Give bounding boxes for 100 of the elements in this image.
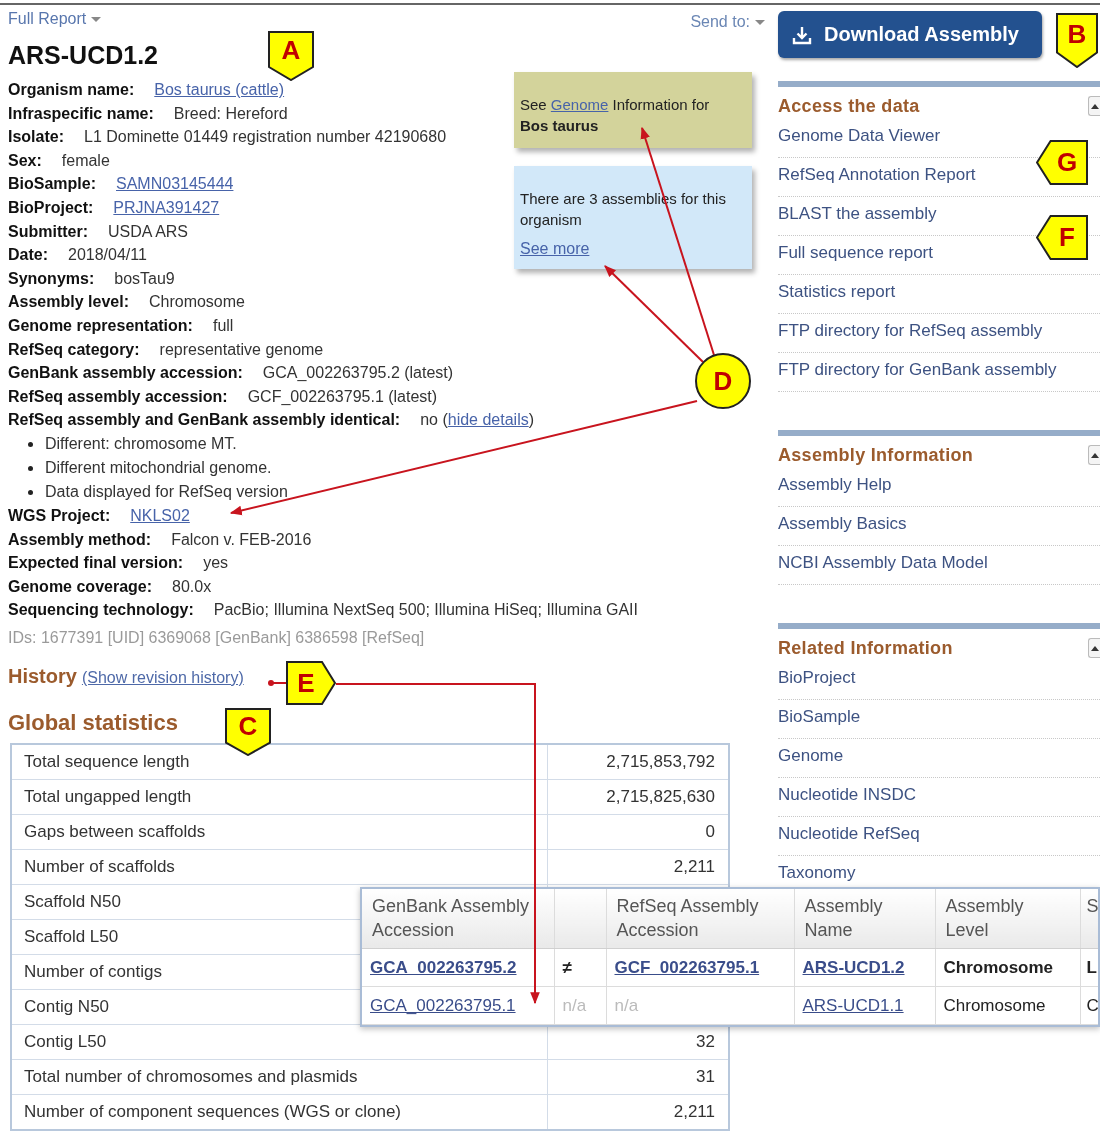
collapse-button[interactable] xyxy=(1088,445,1100,465)
field-label: GenBank assembly accession: xyxy=(8,364,243,382)
field-label: RefSeq assembly accession: xyxy=(8,387,228,405)
field-value: full xyxy=(212,316,234,334)
field-label: Isolate: xyxy=(8,128,64,146)
field-link[interactable]: Bos taurus (cattle) xyxy=(154,81,285,98)
field-value: bosTau9 xyxy=(114,269,175,287)
field-value: yes xyxy=(203,554,229,572)
field-label: Synonyms: xyxy=(8,269,95,287)
field-link[interactable]: SAMN03145444 xyxy=(116,175,234,193)
table-cell: C xyxy=(1080,986,1098,1025)
download-button[interactable]: Download Assembly xyxy=(778,11,1042,58)
sidebar-link[interactable]: NCBI Assembly Data Model xyxy=(778,546,1100,585)
list-item: Different: chromosome MT. xyxy=(45,434,237,452)
collapse-button[interactable] xyxy=(1088,96,1100,116)
genome-link[interactable]: Genome xyxy=(550,96,609,113)
sidebar-link[interactable]: BioSample xyxy=(778,700,1100,739)
callout-label: E xyxy=(286,661,336,705)
assembly-link[interactable]: ARS-UCD1.1 xyxy=(802,995,904,1015)
table-cell: n/a xyxy=(554,986,606,1025)
field-label: RefSeq assembly and GenBank assembly identical: xyxy=(8,411,401,429)
sidebar-link[interactable]: Genome xyxy=(778,739,1100,778)
field-label: BioProject: xyxy=(8,198,94,216)
field-label: RefSeq category: xyxy=(8,340,140,358)
collapse-button[interactable] xyxy=(1088,638,1100,658)
callout-label: G xyxy=(1036,140,1088,185)
column-header: Assembly Name xyxy=(794,889,935,949)
table-cell: L xyxy=(1080,948,1098,987)
column-header: RefSeq Assembly Accession xyxy=(606,889,794,949)
field-label: Genome coverage: xyxy=(8,577,153,595)
field-label: Date: xyxy=(8,246,48,264)
field-value: 2018/04/11 xyxy=(68,246,147,264)
field-label: Assembly level: xyxy=(8,293,129,311)
table-cell: Total ungapped length xyxy=(11,779,548,815)
list-item: Data displayed for RefSeq version xyxy=(45,482,288,500)
column-header: GenBank Assembly Accession xyxy=(362,889,554,949)
panel-heading: Assembly Information xyxy=(778,444,974,466)
field-value: L1 Dominette 01449 registration number 42190680 xyxy=(84,128,447,146)
field-value: representative genome xyxy=(159,340,324,358)
field-label: Infraspecific name: xyxy=(8,104,154,122)
field-label: WGS Project: xyxy=(8,506,111,524)
sidebar-link[interactable]: FTP directory for RefSeq assembly xyxy=(778,314,1100,353)
sidebar-link[interactable]: Statistics report xyxy=(778,275,1100,314)
callout-label: B xyxy=(1056,13,1098,68)
see-more-link[interactable]: See more xyxy=(520,238,590,259)
field-value: GCF_002263795.1 (latest) xyxy=(247,387,438,405)
accession-link[interactable]: GCF_002263795.1 xyxy=(614,957,760,977)
sidebar-link[interactable]: FTP directory for GenBank assembly xyxy=(778,353,1100,392)
table-cell: Chromosome xyxy=(935,948,1080,987)
field-value: no (hide details) xyxy=(420,411,534,429)
sidebar-link[interactable]: Assembly Basics xyxy=(778,507,1100,546)
panel-heading: Related Information xyxy=(778,637,953,659)
sidebar-link[interactable]: Assembly Help xyxy=(778,468,1100,507)
bullet-icon xyxy=(28,441,33,447)
field-value: female xyxy=(61,151,110,169)
leader-line xyxy=(268,680,288,686)
callout-label: D xyxy=(695,353,751,409)
field-link[interactable]: NKLS02 xyxy=(130,506,190,524)
field-label: Sex: xyxy=(8,151,42,169)
caret-icon xyxy=(91,16,102,22)
field-link[interactable]: PRJNA391427 xyxy=(113,198,220,216)
bullet-icon xyxy=(28,489,33,495)
bullet-icon xyxy=(28,465,33,471)
section-heading: History xyxy=(8,663,77,689)
sidebar-link[interactable]: Nucleotide INSDC xyxy=(778,778,1100,817)
field-label: Expected final version: xyxy=(8,554,184,572)
callout-label: F xyxy=(1036,215,1088,260)
sidebar-link[interactable]: BioProject xyxy=(778,661,1100,700)
caret-icon xyxy=(755,19,765,25)
list-item: Different mitochondrial genome. xyxy=(45,458,272,476)
accession-link[interactable]: GCA_002263795.1 xyxy=(370,995,516,1015)
field-label: Submitter: xyxy=(8,222,88,240)
panel-heading: Access the data xyxy=(778,95,920,117)
field-value: USDA ARS xyxy=(108,222,189,240)
table-cell: Number of scaffolds xyxy=(11,849,548,885)
table-cell: ≠ xyxy=(554,948,606,987)
callout-label: A xyxy=(268,31,314,81)
assembly-title: ARS-UCD1.2 xyxy=(8,40,159,70)
table-cell: Gaps between scaffolds xyxy=(11,814,548,850)
sidebar-link[interactable]: Taxonomy xyxy=(778,856,1100,884)
download-icon xyxy=(792,24,812,45)
assembly-link[interactable]: ARS-UCD1.2 xyxy=(802,957,905,977)
table-cell: Total number of chromosomes and plasmids xyxy=(11,1059,548,1095)
sidebar-link[interactable]: Nucleotide RefSeq xyxy=(778,817,1100,856)
table-cell: Chromosome xyxy=(935,986,1080,1025)
record-ids: IDs: 1677391 [UID] 6369068 [GenBank] 6386598 [RefSeq] xyxy=(8,627,426,648)
details-link[interactable]: hide details xyxy=(447,411,529,429)
field-label: Genome representation: xyxy=(8,316,193,334)
report-menu[interactable]: Full Report xyxy=(8,9,102,29)
accession-link[interactable]: GCA_002263795.2 xyxy=(370,957,517,977)
send-to-menu[interactable]: Send to: xyxy=(690,12,765,32)
table-cell: n/a xyxy=(606,986,794,1025)
field-label: BioSample: xyxy=(8,175,96,193)
field-value: GCA_002263795.2 (latest) xyxy=(262,364,454,382)
field-value: Breed: Hereford xyxy=(173,104,288,122)
field-value: 80.0x xyxy=(172,577,212,595)
field-value: Chromosome xyxy=(148,293,245,311)
revision-history-link[interactable]: (Show revision history) xyxy=(81,668,244,687)
field-value: Falcon v. FEB-2016 xyxy=(171,530,312,548)
column-header: Assembly Level xyxy=(935,889,1080,949)
